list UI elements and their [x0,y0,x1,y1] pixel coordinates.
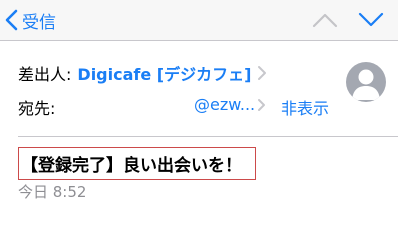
divider [18,136,398,137]
back-label: 受信 [22,12,56,33]
recipient-address-link[interactable]: @ezw... [194,95,255,114]
to-label: 宛先: [18,99,56,118]
chevron-right-icon [258,99,265,111]
chevron-down-icon[interactable] [357,9,385,31]
chevron-left-icon [5,9,18,31]
message-date: 今日 8:52 [18,183,87,201]
from-label: 差出人: [18,65,72,84]
chevron-up-icon[interactable] [311,9,339,31]
sender-name-link[interactable]: Digicafe [デジカフェ] [77,61,251,85]
avatar[interactable] [346,62,386,102]
subject-text: 【登録完了】良い出会いを！ [21,156,242,176]
navigation-bar: 受信 [0,0,398,41]
hide-details-button[interactable]: 非表示 [281,95,329,119]
recipient-row: 宛先: @ezw... 非表示 [18,92,338,118]
chevron-right-icon [258,66,267,80]
subject-highlight: 【登録完了】良い出会いを！ [18,147,256,180]
back-button[interactable]: 受信 [4,5,56,35]
sender-row: 差出人: Digicafe [デジカフェ] [18,58,267,88]
person-icon [352,69,380,100]
